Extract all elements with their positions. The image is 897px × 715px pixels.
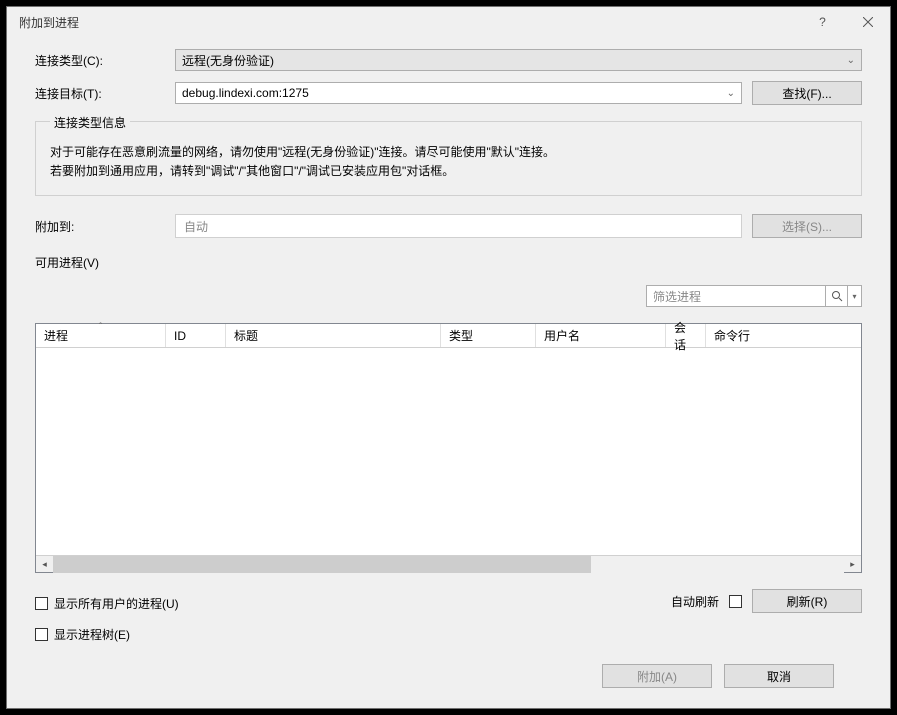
show-tree-checkbox[interactable] <box>35 628 48 641</box>
col-cmdline[interactable]: 命令行 <box>706 324 861 347</box>
connection-info-legend: 连接类型信息 <box>50 114 130 131</box>
available-processes-label: 可用进程(V) <box>35 254 862 271</box>
scroll-left-icon[interactable]: ◂ <box>36 556 53 573</box>
connection-target-row: 连接目标(T): debug.lindexi.com:1275 ⌄ 查找(F).… <box>35 81 862 105</box>
connection-type-label: 连接类型(C): <box>35 52 165 69</box>
attach-to-process-dialog: 附加到进程 ? 连接类型(C): 远程(无身份验证) ⌄ 连接目标(T): de… <box>6 6 891 709</box>
col-id[interactable]: ID <box>166 324 226 347</box>
find-button[interactable]: 查找(F)... <box>752 81 862 105</box>
help-button[interactable]: ? <box>800 7 845 37</box>
attach-to-label: 附加到: <box>35 218 165 235</box>
left-checkboxes: 显示所有用户的进程(U) 显示进程树(E) <box>35 589 179 643</box>
titlebar: 附加到进程 ? <box>7 7 890 37</box>
show-all-users-row[interactable]: 显示所有用户的进程(U) <box>35 595 179 612</box>
select-button[interactable]: 选择(S)... <box>752 214 862 238</box>
show-all-users-label: 显示所有用户的进程(U) <box>54 595 179 612</box>
chevron-down-icon: ⌄ <box>727 88 735 99</box>
col-type[interactable]: 类型 <box>441 324 536 347</box>
window-title: 附加到进程 <box>19 14 800 31</box>
connection-target-label: 连接目标(T): <box>35 85 165 102</box>
search-icon[interactable] <box>826 285 848 307</box>
dialog-footer: 附加(A) 取消 <box>35 654 862 688</box>
chevron-down-icon: ⌄ <box>847 55 855 66</box>
table-body[interactable] <box>36 348 861 555</box>
scroll-thumb[interactable] <box>53 556 591 573</box>
auto-refresh-label: 自动刷新 <box>671 593 719 610</box>
connection-info-group: 连接类型信息 对于可能存在恶意刷流量的网络，请勿使用"远程(无身份验证)"连接。… <box>35 121 862 196</box>
connection-type-value: 远程(无身份验证) <box>182 52 274 69</box>
filter-placeholder: 筛选进程 <box>653 288 701 305</box>
table-header: 进程 ID 标题 类型 用户名 会话 命令行 <box>36 324 861 348</box>
bottom-options: 显示所有用户的进程(U) 显示进程树(E) 自动刷新 刷新(R) <box>35 589 862 643</box>
show-all-users-checkbox[interactable] <box>35 597 48 610</box>
connection-info-body: 对于可能存在恶意刷流量的网络，请勿使用"远程(无身份验证)"连接。请尽可能使用"… <box>50 143 847 181</box>
show-tree-row[interactable]: 显示进程树(E) <box>35 626 179 643</box>
filter-row: 筛选进程 ▾ <box>35 285 862 307</box>
horizontal-scrollbar[interactable]: ◂ ▸ <box>36 555 861 572</box>
connection-type-combo[interactable]: 远程(无身份验证) ⌄ <box>175 49 862 71</box>
connection-type-row: 连接类型(C): 远程(无身份验证) ⌄ <box>35 49 862 71</box>
col-user[interactable]: 用户名 <box>536 324 666 347</box>
refresh-area: 自动刷新 刷新(R) <box>671 589 862 613</box>
refresh-button[interactable]: 刷新(R) <box>752 589 862 613</box>
cancel-button[interactable]: 取消 <box>724 664 834 688</box>
connection-target-value: debug.lindexi.com:1275 <box>182 86 309 100</box>
filter-dropdown-icon[interactable]: ▾ <box>848 285 862 307</box>
info-line-1: 对于可能存在恶意刷流量的网络，请勿使用"远程(无身份验证)"连接。请尽可能使用"… <box>50 143 847 162</box>
process-table: 进程 ID 标题 类型 用户名 会话 命令行 ◂ ▸ <box>35 323 862 573</box>
scroll-track[interactable] <box>53 556 844 573</box>
close-button[interactable] <box>845 7 890 37</box>
dialog-content: 连接类型(C): 远程(无身份验证) ⌄ 连接目标(T): debug.lind… <box>7 37 890 708</box>
col-process[interactable]: 进程 <box>36 324 166 347</box>
attach-to-value: 自动 <box>175 214 742 238</box>
connection-target-combo[interactable]: debug.lindexi.com:1275 ⌄ <box>175 82 742 104</box>
info-line-2: 若要附加到通用应用，请转到"调试"/"其他窗口"/"调试已安装应用包"对话框。 <box>50 162 847 181</box>
show-tree-label: 显示进程树(E) <box>54 626 130 643</box>
attach-to-row: 附加到: 自动 选择(S)... <box>35 214 862 238</box>
scroll-right-icon[interactable]: ▸ <box>844 556 861 573</box>
auto-refresh-checkbox[interactable] <box>729 595 742 608</box>
col-session[interactable]: 会话 <box>666 324 706 347</box>
col-title[interactable]: 标题 <box>226 324 441 347</box>
filter-input[interactable]: 筛选进程 <box>646 285 826 307</box>
attach-button[interactable]: 附加(A) <box>602 664 712 688</box>
